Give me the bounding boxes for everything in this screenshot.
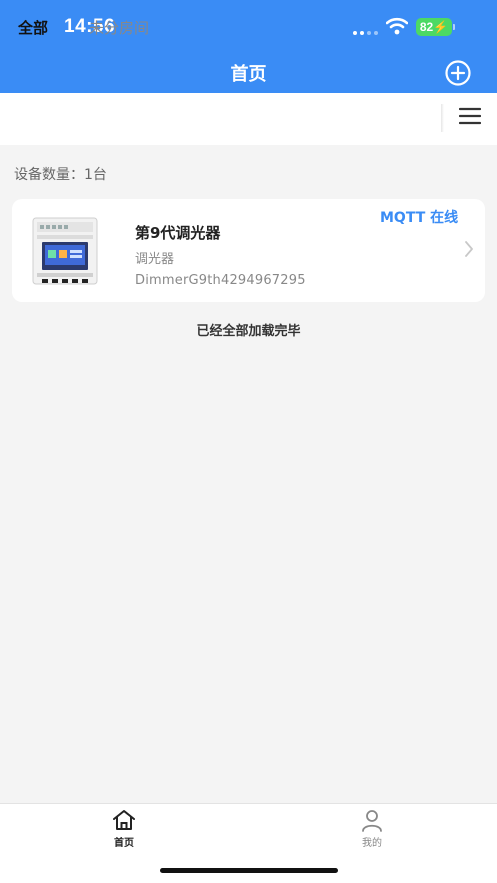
nav-item-mine[interactable]: 我的 — [342, 808, 402, 849]
user-icon — [362, 810, 382, 832]
device-type: 调光器 — [135, 252, 175, 267]
nav-item-home[interactable]: 首页 — [94, 808, 154, 849]
menu-icon[interactable] — [459, 107, 481, 125]
room-tabbar — [0, 93, 497, 145]
battery-level: 82 — [419, 20, 434, 34]
tab-all[interactable]: 全部 — [18, 17, 48, 38]
battery-indicator: 82 ⚡ — [416, 18, 452, 36]
device-name: 第9代调光器 — [135, 224, 221, 242]
plus-circle-icon[interactable] — [445, 60, 471, 86]
nav-label-home: 首页 — [114, 838, 134, 849]
list-end-text: 已经全部加载完毕 — [196, 324, 301, 339]
tab-scroll-divider — [441, 104, 444, 132]
charging-icon: ⚡ — [433, 20, 449, 34]
chevron-right-icon — [465, 241, 473, 257]
device-count: 设备数量：1台 — [14, 167, 107, 183]
tab-unassigned-rooms[interactable]: 未分房间 — [89, 17, 149, 38]
cellular-signal-icon — [353, 31, 378, 35]
home-icon — [113, 810, 135, 830]
home-indicator — [160, 868, 338, 873]
device-status-badge: MQTT 在线 — [380, 210, 459, 226]
device-id: DimmerG9th4294967295 — [135, 273, 306, 288]
wifi-icon — [386, 17, 408, 35]
page-title: 首页 — [230, 64, 267, 85]
dimmer-device-image — [32, 217, 98, 285]
battery-cap — [453, 24, 455, 30]
nav-label-mine: 我的 — [362, 838, 382, 849]
